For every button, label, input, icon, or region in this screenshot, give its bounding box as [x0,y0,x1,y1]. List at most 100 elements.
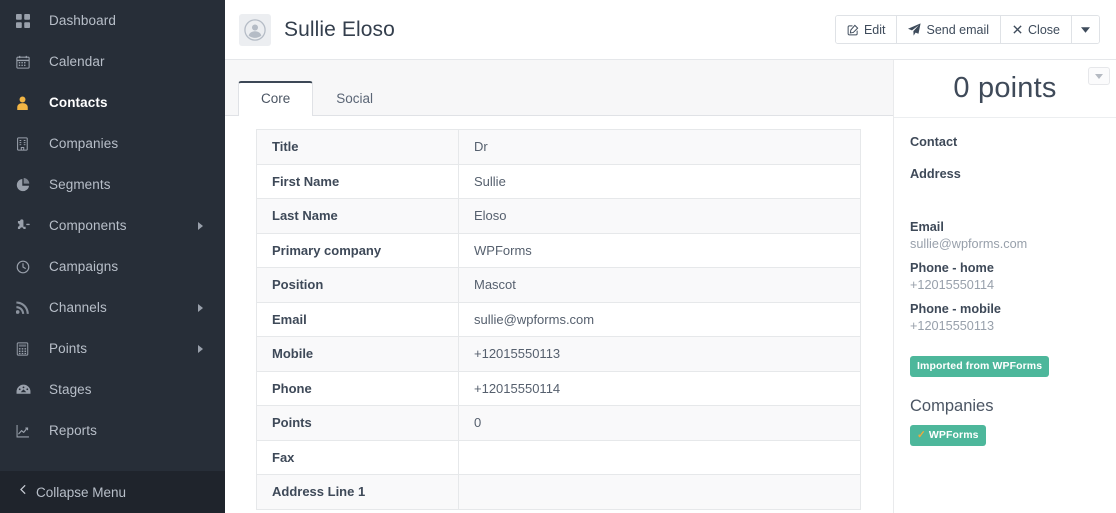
header-dropdown-button[interactable] [1072,16,1099,43]
field-value: Dr [458,129,861,165]
close-button-label: Close [1028,22,1060,37]
sidebar-item-campaigns[interactable]: Campaigns [0,246,225,287]
user-avatar-icon [244,18,266,41]
building-icon [16,136,42,151]
field-value: +12015550114 [458,370,861,406]
main-content: Sullie Eloso Edit Send email Close Core … [225,0,1116,513]
rss-icon [16,301,42,314]
pie-chart-icon [16,177,42,192]
field-value: WPForms [458,232,861,268]
contact-icon [16,96,42,110]
field-label: Points [256,405,459,441]
import-badge-row: Imported from WPForms [910,356,1100,377]
caret-right-icon [198,303,203,312]
caret-right-icon [198,221,203,230]
contact-detail-label: Phone - mobile [910,302,1001,316]
field-label: Email [256,301,459,337]
sidebar-item-label: Reports [49,423,97,438]
field-label: Phone [256,370,459,406]
sidebar-item-label: Campaigns [49,259,119,274]
sidebar: Dashboard Calendar Contacts Companies Segmen… [0,0,225,513]
points-value: 0 points [953,72,1057,104]
times-icon [1012,24,1023,35]
table-row: Phone +12015550114 [256,370,861,406]
table-row: Primary company WPForms [256,232,861,268]
sidebar-item-components[interactable]: Components [0,205,225,246]
tab-label: Core [261,91,291,106]
pencil-square-icon [847,24,859,36]
chevron-left-icon [16,483,29,501]
table-row: Mobile +12015550113 [256,336,861,372]
table-row: Title Dr [256,129,861,165]
field-label: Position [256,267,459,303]
sidebar-item-dashboard[interactable]: Dashboard [0,0,225,41]
close-button[interactable]: Close [1001,16,1072,43]
edit-button[interactable]: Edit [835,16,898,43]
clock-icon [16,260,42,274]
panel-body: Contact Address Email sullie@wpforms.com P… [894,118,1116,446]
sidebar-item-label: Contacts [49,95,108,110]
contact-detail-item: Phone - home +12015550114 [910,260,1100,294]
contact-detail-item: Email sullie@wpforms.com [910,219,1100,253]
field-label: Fax [256,439,459,475]
sidebar-item-label: Channels [49,300,107,315]
field-value: sullie@wpforms.com [458,301,861,337]
table-row: First Name Sullie [256,163,861,199]
address-empty-space [910,181,1100,219]
sidebar-item-contacts[interactable]: Contacts [0,82,225,123]
calculator-icon [16,341,42,356]
sidebar-item-channels[interactable]: Channels [0,287,225,328]
sidebar-item-segments[interactable]: Segments [0,164,225,205]
sidebar-item-calendar[interactable]: Calendar [0,41,225,82]
sidebar-item-reports[interactable]: Reports [0,410,225,451]
avatar [239,13,271,46]
contact-detail-label: Phone - home [910,261,994,275]
sidebar-collapse-label: Collapse Menu [36,484,127,500]
paper-plane-icon [908,23,922,36]
field-value: Eloso [458,198,861,234]
field-value: 0 [458,405,861,441]
sidebar-nav-list: Dashboard Calendar Contacts Companies Segmen… [0,0,225,451]
field-label: Address Line 1 [256,474,459,510]
field-value: Mascot [458,267,861,303]
sidebar-item-label: Stages [49,382,92,397]
sidebar-item-label: Components [49,218,127,233]
sidebar-item-collapse-menu[interactable]: Collapse Menu [0,471,225,513]
company-badge-wpforms[interactable]: ✓ WPForms [910,425,986,446]
sidebar-item-label: Calendar [49,54,105,69]
sidebar-item-points[interactable]: Points [0,328,225,369]
contact-side-panel: 0 points Contact Address Email sullie@wpf… [893,60,1116,513]
points-dropdown-button[interactable] [1088,67,1110,85]
send-email-button[interactable]: Send email [897,16,1002,43]
page-header: Sullie Eloso Edit Send email Close [225,0,1116,60]
tab-core[interactable]: Core [238,81,314,116]
contact-detail-item: Phone - mobile +12015550113 [910,301,1100,335]
core-fields-table: Title Dr First Name Sullie Last Name Eloso Pri… [256,129,861,510]
tab-social[interactable]: Social [313,81,396,116]
contact-detail-value: +12015550114 [910,278,995,292]
chart-line-icon [16,424,42,438]
company-badge-label: WPForms [928,429,979,441]
page-title: Sullie Eloso [284,17,395,41]
table-row: Points 0 [256,405,861,441]
tab-label: Social [336,91,374,106]
field-label: First Name [256,163,459,199]
contact-detail-value: +12015550113 [910,319,995,333]
contact-detail-label: Email [910,220,944,234]
field-label: Last Name [256,198,459,234]
app-root: Dashboard Calendar Contacts Companies Segmen… [0,0,1116,513]
imported-from-wpforms-badge[interactable]: Imported from WPForms [910,356,1050,377]
tabs-list: Core Social [238,81,396,116]
dashboard-icon [16,13,42,28]
puzzle-icon [16,219,42,232]
contact-details-list: Email sullie@wpforms.com Phone - home +1201… [910,219,1100,335]
edit-button-label: Edit [863,22,886,37]
sidebar-item-label: Segments [49,177,111,192]
gauge-icon [16,383,42,397]
sidebar-item-companies[interactable]: Companies [0,123,225,164]
header-action-buttons: Edit Send email Close [834,15,1100,44]
check-icon: ✓ [917,429,926,441]
contact-detail-value: sullie@wpforms.com [910,237,1028,251]
sidebar-item-label: Points [49,341,88,356]
sidebar-item-stages[interactable]: Stages [0,369,225,410]
